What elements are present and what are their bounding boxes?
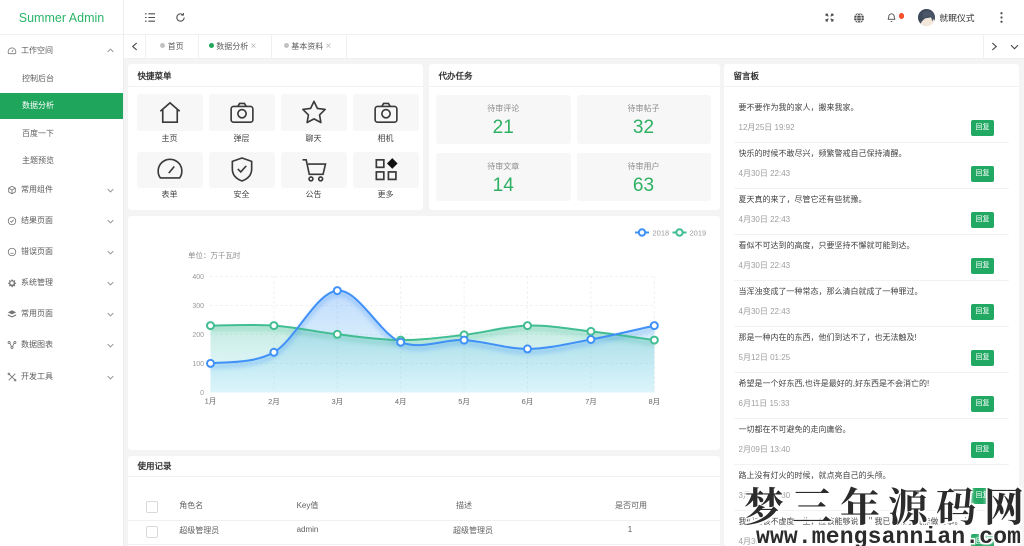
svg-text:2018: 2018 xyxy=(652,228,669,237)
svg-text:5月: 5月 xyxy=(458,397,470,406)
svg-text:100: 100 xyxy=(192,361,204,368)
svg-text:1月: 1月 xyxy=(204,396,216,405)
svg-text:2月: 2月 xyxy=(268,397,280,406)
svg-text:400: 400 xyxy=(192,274,204,281)
svg-text:6月: 6月 xyxy=(521,397,533,406)
svg-text:300: 300 xyxy=(192,303,204,310)
svg-text:3月: 3月 xyxy=(331,397,343,406)
svg-text:7月: 7月 xyxy=(585,397,597,406)
svg-text:2019: 2019 xyxy=(689,228,706,237)
svg-text:4月: 4月 xyxy=(394,397,406,406)
svg-text:200: 200 xyxy=(192,332,204,339)
svg-text:0: 0 xyxy=(200,390,204,397)
svg-text:单位：万千瓦时: 单位：万千瓦时 xyxy=(188,250,241,260)
svg-text:8月: 8月 xyxy=(648,397,660,406)
